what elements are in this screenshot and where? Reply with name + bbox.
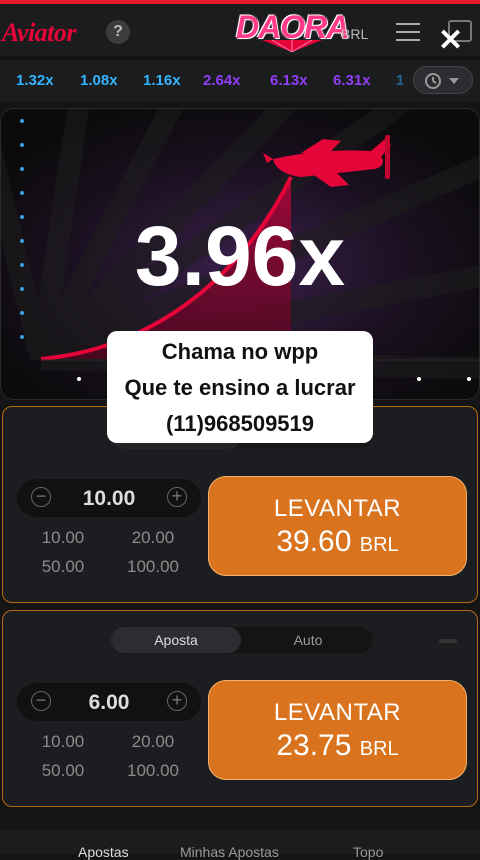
history-item: 6.31x bbox=[333, 72, 371, 89]
quick-amount-button[interactable]: 20.00 bbox=[111, 524, 195, 552]
history-item: 1.08x bbox=[80, 72, 118, 89]
help-icon[interactable]: ? bbox=[106, 20, 130, 44]
cashout-amount-line: 39.60 BRL bbox=[209, 525, 466, 559]
tab-topo[interactable]: Topo bbox=[353, 844, 383, 860]
cashout-button[interactable]: LEVANTAR 23.75 BRL bbox=[208, 680, 467, 780]
cashout-button[interactable]: LEVANTAR 39.60 BRL bbox=[208, 476, 467, 576]
quick-amount-button[interactable]: 100.00 bbox=[111, 553, 195, 581]
tab-aposta[interactable]: Aposta bbox=[111, 627, 241, 653]
cashout-currency: BRL bbox=[359, 534, 399, 556]
clock-history-icon bbox=[425, 73, 459, 89]
close-icon[interactable]: ✕ bbox=[438, 26, 463, 56]
overlay-line-1: Chama no wpp bbox=[161, 339, 319, 364]
remove-panel-button[interactable] bbox=[439, 639, 457, 643]
overlay-line-2: Que te ensino a lucrar bbox=[124, 375, 356, 400]
tab-auto[interactable]: Auto bbox=[243, 627, 373, 653]
increase-stake-button[interactable]: + bbox=[167, 691, 187, 711]
hamburger-menu-icon[interactable] bbox=[396, 23, 420, 43]
quick-amount-button[interactable]: 10.00 bbox=[21, 524, 105, 552]
cashout-label: LEVANTAR bbox=[273, 495, 402, 522]
bottom-tabs: Apostas Minhas Apostas Topo bbox=[0, 830, 480, 860]
stake-stepper: − 10.00 + bbox=[17, 479, 201, 517]
history-item: 1.32x bbox=[16, 72, 54, 89]
current-multiplier: 3.96x bbox=[134, 209, 346, 303]
cashout-label: LEVANTAR bbox=[273, 699, 402, 726]
history-item: 2.64x bbox=[203, 72, 241, 89]
increase-stake-button[interactable]: + bbox=[167, 487, 187, 507]
multiplier-history: 1.32x 1.08x 1.16x 2.64x 6.13x 6.31x 1 bbox=[0, 60, 480, 102]
bet-mode-tabs: Aposta Auto bbox=[111, 627, 373, 653]
cashout-currency: BRL bbox=[359, 738, 399, 760]
brand-fan-icon bbox=[262, 40, 322, 52]
cashout-amount-line: 23.75 BRL bbox=[209, 729, 466, 763]
history-toggle-button[interactable] bbox=[413, 66, 473, 94]
cashout-amount: 39.60 bbox=[276, 525, 352, 558]
aviator-logo: Aviator bbox=[2, 18, 77, 47]
overlay-line-3: (11)968509519 bbox=[165, 411, 315, 436]
tab-minhas-apostas[interactable]: Minhas Apostas bbox=[180, 844, 279, 860]
history-item: 1.16x bbox=[143, 72, 181, 89]
header: Aviator ? DAORA BRL ✕ bbox=[0, 4, 480, 56]
bet-panel-2: Aposta Auto − 6.00 + 10.00 20.00 50.00 1… bbox=[2, 610, 478, 807]
quick-amount-button[interactable]: 50.00 bbox=[21, 757, 105, 785]
promo-overlay: Chama no wpp Que te ensino a lucrar (11)… bbox=[107, 331, 373, 443]
cashout-amount: 23.75 bbox=[276, 729, 352, 762]
stake-stepper: − 6.00 + bbox=[17, 683, 201, 721]
quick-amount-button[interactable]: 10.00 bbox=[21, 728, 105, 756]
quick-amount-button[interactable]: 20.00 bbox=[111, 728, 195, 756]
history-item: 6.13x bbox=[270, 72, 308, 89]
tab-apostas[interactable]: Apostas bbox=[78, 844, 129, 860]
quick-amount-button[interactable]: 100.00 bbox=[111, 757, 195, 785]
currency-label: BRL bbox=[341, 26, 369, 42]
quick-amount-button[interactable]: 50.00 bbox=[21, 553, 105, 581]
